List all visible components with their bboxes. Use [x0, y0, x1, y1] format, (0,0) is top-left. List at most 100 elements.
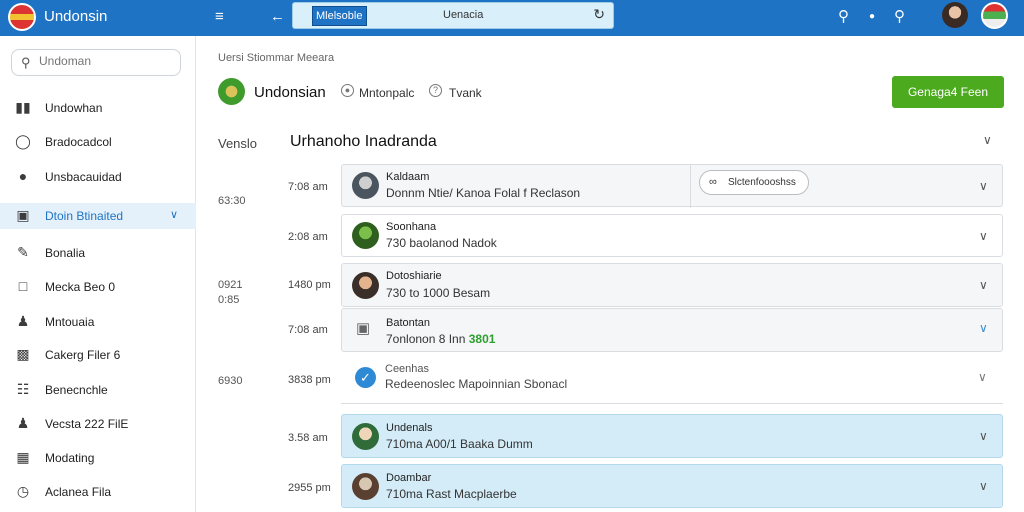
app-title: Undonsin: [44, 8, 108, 25]
top-bar: Undonsin ≡ ← Mlelsoble Uenacia ↻ ⚲ ● ⚲: [0, 0, 1024, 36]
sidebar-item-9[interactable]: ♟ Vecsta 222 FilE: [0, 411, 196, 437]
chevron-down-icon[interactable]: ∨: [983, 133, 992, 147]
chevron-down-icon[interactable]: ∨: [979, 179, 988, 193]
bar-chart-icon: ▮▮: [15, 99, 31, 115]
sidebar-item-8[interactable]: ☷ Benecnchle: [0, 377, 196, 403]
row-time: 7:08 am: [288, 181, 328, 193]
option-label[interactable]: Mntonpalc: [359, 86, 414, 100]
sidebar-item-label: Bonalia: [45, 246, 86, 260]
user-avatar[interactable]: [942, 2, 968, 28]
item-subtitle: 710ma Rast Macplaerbe: [386, 487, 517, 501]
sidebar-item-label: Bradocadcol: [45, 135, 112, 149]
list-item[interactable]: Undenals 710ma A00/1 Baaka Dumm ∨: [341, 414, 1003, 458]
search-icon: ⚲: [21, 55, 31, 70]
flag-icon[interactable]: [981, 2, 1008, 29]
sidebar-item-label: Dtoin Btinaited: [45, 209, 124, 223]
search-icon[interactable]: ⚲: [894, 7, 905, 27]
tag-icon: ●: [18, 168, 28, 184]
item-subtitle: 730 to 1000 Besam: [386, 286, 491, 300]
chevron-down-icon[interactable]: ∨: [979, 278, 988, 292]
row-time: 2955 pm: [288, 482, 331, 494]
dot-icon[interactable]: ●: [869, 7, 875, 27]
sidebar-item-0[interactable]: ▮▮ Undowhan: [0, 95, 196, 121]
sidebar-item-label: Unsbacauidad: [45, 170, 122, 184]
option-label[interactable]: Tvank: [449, 86, 482, 100]
menu-icon[interactable]: ≡: [215, 7, 224, 27]
profile-logo: [218, 78, 245, 105]
group-time: 63:30: [218, 195, 246, 207]
item-title: Batontan: [386, 317, 431, 329]
chevron-down-icon[interactable]: ∨: [170, 208, 178, 221]
sidebar-item-label: Mntouaia: [45, 315, 95, 329]
sidebar-item-7[interactable]: ▩ Cakerg Filer 6: [0, 342, 196, 368]
group-time: 6930: [218, 375, 243, 387]
chevron-down-icon[interactable]: ∨: [979, 429, 988, 443]
search-scope-chip[interactable]: Mlelsoble: [312, 6, 367, 26]
clock-icon: ◷: [16, 483, 30, 499]
sidebar: ⚲ ▮▮ Undowhan ◯ Bradocadcol ● Unsbacauid…: [0, 36, 196, 512]
option-radio-icon[interactable]: ●: [341, 84, 354, 97]
list-item[interactable]: Doambar 710ma Rast Macplaerbe ∨: [341, 464, 1003, 508]
info-icon[interactable]: ?: [429, 84, 442, 97]
list-item[interactable]: Kaldaam Donnm Ntie/ Kanoa Folal f Reclas…: [341, 164, 1003, 208]
tag-label: Slctenfoooshss: [728, 177, 796, 188]
sidebar-item-5[interactable]: □ Mecka Beo 0: [0, 274, 196, 300]
sidebar-item-label: Undowhan: [45, 101, 103, 115]
file-icon: ▣: [356, 320, 371, 337]
chevron-down-icon[interactable]: ∨: [979, 229, 988, 243]
person-icon: ♟: [16, 415, 30, 431]
chat-icon: ◯: [15, 133, 31, 149]
item-title: Ceenhas: [385, 363, 430, 375]
edit-file-icon: ▩: [16, 346, 30, 362]
chevron-down-icon[interactable]: ∨: [979, 479, 988, 493]
avatar: [352, 222, 379, 249]
row-time: 1480 pm: [288, 279, 331, 291]
item-title: Dotoshiarie: [386, 270, 442, 282]
sidebar-item-10[interactable]: ▦ Modating: [0, 445, 196, 471]
breadcrumb: Uersi Stiommar Meeara: [218, 52, 335, 64]
search-box[interactable]: Mlelsoble Uenacia ↻: [292, 2, 614, 29]
avatar: [352, 172, 379, 199]
people-icon: ♟: [16, 313, 30, 329]
row-time: 3838 pm: [288, 374, 331, 386]
grid-icon: ☷: [16, 381, 30, 397]
image-icon: ▦: [16, 449, 30, 465]
item-subtitle: 7onlonon 8 Inn 3801: [386, 332, 496, 346]
item-title: Undenals: [386, 422, 433, 434]
item-title: Soonhana: [386, 221, 437, 233]
list-item[interactable]: Soonhana 730 baolanod Nadok ∨: [341, 214, 1003, 257]
sidebar-search-input[interactable]: [39, 54, 174, 68]
sidebar-item-label: Vecsta 222 FilE: [45, 417, 129, 431]
sidebar-item-1[interactable]: ◯ Bradocadcol: [0, 129, 196, 155]
sidebar-item-3[interactable]: ▣ Dtoin Btinaited ∨: [0, 203, 196, 229]
chevron-down-icon[interactable]: ∨: [978, 370, 987, 384]
list-item[interactable]: ▣ Batontan 7onlonon 8 Inn 3801 ∨: [341, 308, 1003, 352]
refresh-icon[interactable]: ↻: [593, 6, 605, 23]
sidebar-item-label: Mecka Beo 0: [45, 280, 116, 294]
file-icon: □: [18, 278, 28, 294]
check-circle-icon: ✓: [355, 367, 376, 388]
chevron-down-icon[interactable]: ∨: [979, 321, 988, 335]
row-time: 7:08 am: [288, 324, 328, 336]
row-time: 2:08 am: [288, 231, 328, 243]
search-icon[interactable]: ⚲: [838, 7, 849, 27]
sidebar-search[interactable]: ⚲: [11, 49, 181, 76]
sidebar-item-6[interactable]: ♟ Mntouaia: [0, 309, 196, 335]
sidebar-item-label: Cakerg Filer 6: [45, 348, 121, 362]
sidebar-item-11[interactable]: ◷ Aclanea Fila: [0, 479, 196, 505]
item-subtitle: 710ma A00/1 Baaka Dumm: [386, 437, 533, 451]
list-item[interactable]: Dotoshiarie 730 to 1000 Besam ∨: [341, 263, 1003, 307]
sidebar-item-4[interactable]: ✎ Bonalia: [0, 240, 196, 266]
tag-chip[interactable]: ∞ Slctenfoooshss: [699, 170, 809, 195]
app-logo[interactable]: [8, 3, 36, 31]
sidebar-item-label: Aclanea Fila: [45, 485, 112, 499]
search-value[interactable]: Uenacia: [443, 9, 483, 21]
group-time: 0921 0:85: [218, 279, 243, 306]
list-item[interactable]: ✓ Ceenhas Redeenoslec Mapoinnian Sbonacl…: [341, 358, 1003, 404]
sidebar-item-2[interactable]: ● Unsbacauidad: [0, 164, 196, 190]
avatar: [352, 473, 379, 500]
primary-action-button[interactable]: Genaga4 Feen: [892, 76, 1004, 108]
back-icon[interactable]: ←: [270, 7, 285, 27]
item-title: Kaldaam: [386, 171, 430, 183]
item-subtitle: Donnm Ntie/ Kanoa Folal f Reclason: [386, 186, 581, 200]
